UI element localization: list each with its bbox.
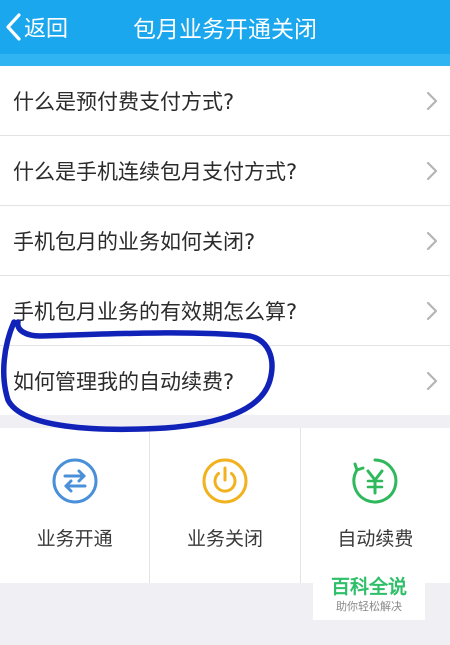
top-nav-bar: 返回 包月业务开通关闭: [0, 0, 450, 54]
power-icon: [202, 458, 248, 504]
watermark-subtitle: 助你轻松解决: [336, 600, 402, 613]
watermark-title: 百科全说: [330, 576, 407, 598]
disable-service-button[interactable]: 业务关闭: [150, 428, 301, 583]
header-divider: [0, 54, 450, 66]
faq-item-label: 什么是预付费支付方式?: [13, 89, 235, 114]
yuan-renew-icon: [352, 458, 398, 504]
chevron-right-icon: [426, 91, 438, 115]
faq-item-label: 什么是手机连续包月支付方式?: [13, 159, 298, 184]
faq-item-label: 手机包月业务的有效期怎么算?: [13, 299, 298, 324]
chevron-right-icon: [426, 301, 438, 325]
watermark: 百科全说 助你轻松解决: [313, 570, 425, 620]
faq-item-label: 如何管理我的自动续费?: [13, 369, 235, 394]
faq-item-continuous-monthly[interactable]: 什么是手机连续包月支付方式?: [0, 136, 450, 206]
faq-item-prepaid[interactable]: 什么是预付费支付方式?: [0, 66, 450, 136]
action-label: 业务关闭: [186, 528, 263, 550]
swap-arrows-icon: [52, 458, 98, 504]
back-button[interactable]: 返回: [4, 8, 68, 46]
faq-item-validity-period[interactable]: 手机包月业务的有效期怎么算?: [0, 276, 450, 346]
action-label: 业务开通: [36, 528, 113, 550]
enable-service-button[interactable]: 业务开通: [0, 428, 151, 583]
page-title: 包月业务开通关闭: [133, 17, 317, 43]
action-label: 自动续费: [337, 528, 414, 550]
auto-renew-button[interactable]: 自动续费: [301, 428, 450, 583]
action-grid: 业务开通 业务关闭 自动续费: [0, 428, 450, 583]
chevron-right-icon: [426, 231, 438, 255]
faq-item-manage-auto-renew[interactable]: 如何管理我的自动续费?: [0, 346, 450, 415]
back-label: 返回: [24, 17, 69, 42]
faq-item-how-to-close[interactable]: 手机包月的业务如何关闭?: [0, 206, 450, 276]
faq-item-label: 手机包月的业务如何关闭?: [13, 229, 256, 254]
faq-list: 什么是预付费支付方式? 什么是手机连续包月支付方式? 手机包月的业务如何关闭? …: [0, 66, 450, 415]
chevron-left-icon: [4, 12, 22, 42]
chevron-right-icon: [426, 371, 438, 395]
chevron-right-icon: [426, 161, 438, 185]
